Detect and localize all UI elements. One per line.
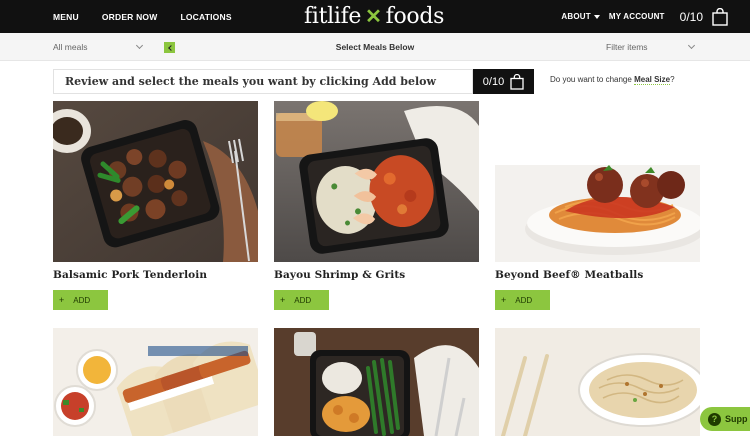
filter-bar: All meals Filter items (0, 33, 750, 61)
selected-meals-counter[interactable]: 0/10 (473, 69, 534, 94)
brand-logo-right: foods (385, 3, 445, 29)
shopping-bag-icon[interactable] (712, 7, 728, 26)
meal-image-bayou-shrimp[interactable] (274, 101, 479, 262)
meal-name: Balsamic Pork Tenderloin (53, 269, 208, 281)
nav-about-label: ABOUT (561, 12, 591, 21)
meal-image-noodle-bowl[interactable] (495, 328, 700, 436)
nav-menu-link[interactable]: MENU (53, 12, 79, 22)
top-nav-bar: MENU ORDER NOW LOCATIONS fitlife ✕ foods… (0, 0, 750, 33)
meal-size-link[interactable]: Meal Size (634, 75, 671, 85)
chevron-down-icon (593, 14, 600, 19)
review-instructions: Review and select the meals you want by … (53, 69, 473, 94)
meal-size-question-end: ? (670, 75, 675, 84)
add-meal-button[interactable]: + ADD (53, 290, 108, 310)
nav-right-links: ABOUT MY ACCOUNT 0/10 (561, 0, 728, 33)
meal-image-meal-four[interactable] (274, 328, 479, 436)
plus-icon: + (280, 295, 286, 305)
support-label: Supp (725, 414, 748, 424)
add-label: ADD (515, 295, 533, 305)
nav-my-account-link[interactable]: MY ACCOUNT (609, 12, 665, 21)
filter-items-select[interactable]: Filter items (606, 33, 698, 61)
nav-order-now-link[interactable]: ORDER NOW (102, 12, 158, 22)
plus-icon: + (501, 295, 507, 305)
brand-logo[interactable]: fitlife ✕ foods (304, 2, 444, 30)
back-arrow-button[interactable] (164, 42, 175, 53)
add-meal-button[interactable]: + ADD (274, 290, 329, 310)
add-meal-button[interactable]: + ADD (495, 290, 550, 310)
support-chat-button[interactable]: ? Supp (700, 407, 750, 431)
selected-meals-count: 0/10 (482, 75, 505, 88)
shopping-bag-icon (510, 73, 524, 90)
nav-about-link[interactable]: ABOUT (561, 12, 600, 21)
meal-image-beyond-meatballs[interactable] (495, 101, 700, 262)
brand-x-icon: ✕ (365, 5, 382, 28)
add-label: ADD (73, 295, 91, 305)
brand-logo-left: fitlife (304, 3, 362, 29)
plus-icon: + (59, 295, 65, 305)
nav-locations-link[interactable]: LOCATIONS (180, 12, 231, 22)
review-instructions-text: Review and select the meals you want by … (65, 75, 436, 88)
chevron-down-icon (687, 41, 696, 50)
add-label: ADD (294, 295, 312, 305)
cart-count[interactable]: 0/10 (680, 10, 703, 24)
chevron-left-icon (167, 44, 174, 51)
meal-category-select[interactable]: All meals (53, 33, 148, 61)
nav-left-links: MENU ORDER NOW LOCATIONS (53, 0, 232, 33)
question-mark-icon: ? (708, 412, 721, 426)
meal-image-balsamic-pork[interactable] (53, 101, 258, 262)
meal-name: Beyond Beef® Meatballs (495, 269, 644, 281)
filter-items-value: Filter items (606, 42, 648, 52)
meal-image-tacos[interactable] (53, 328, 258, 436)
chevron-down-icon (135, 41, 144, 50)
meal-category-value: All meals (53, 42, 88, 52)
meal-name: Bayou Shrimp & Grits (274, 269, 406, 281)
meal-size-prompt: Do you want to change Meal Size? (550, 75, 675, 85)
meal-size-question: Do you want to change (550, 75, 632, 84)
